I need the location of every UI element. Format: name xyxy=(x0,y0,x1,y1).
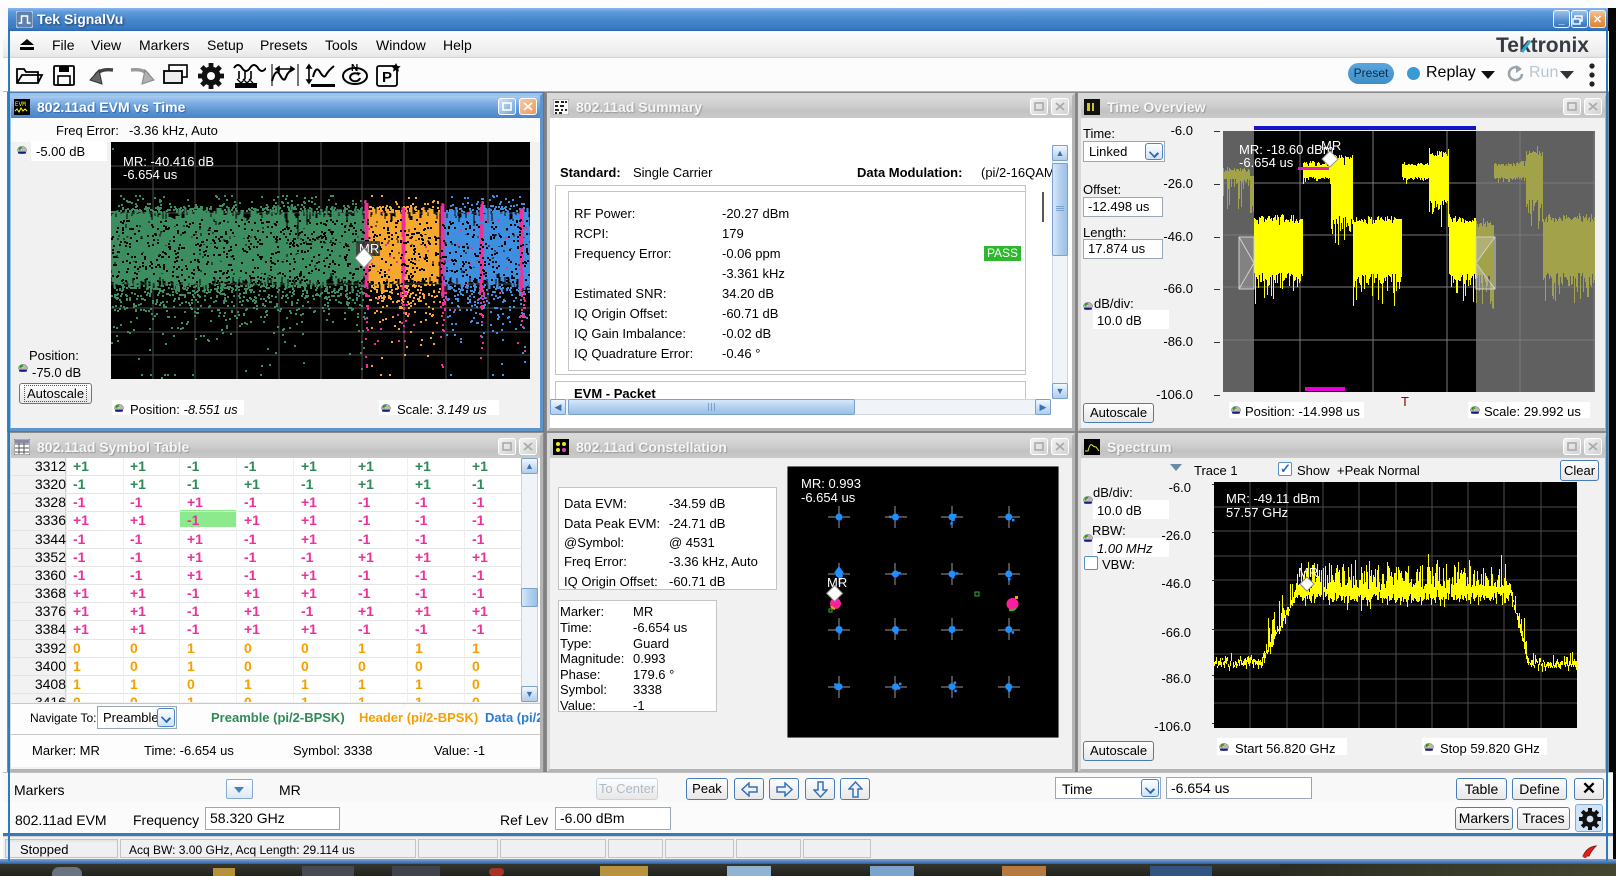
svg-text:-6.654 us: -6.654 us xyxy=(801,490,856,505)
svg-text:MR: MR xyxy=(1321,138,1341,153)
svg-text:57.57 GHz: 57.57 GHz xyxy=(1226,505,1288,520)
svg-text:-6.654 us: -6.654 us xyxy=(123,167,178,182)
svg-text:P: P xyxy=(382,69,392,86)
svg-text:MR: 0.993: MR: 0.993 xyxy=(801,476,861,491)
svg-text:MR: -49.11 dBm: MR: -49.11 dBm xyxy=(1226,491,1320,506)
svg-text:-6.654 us: -6.654 us xyxy=(1239,155,1294,170)
svg-text:EVM: EVM xyxy=(15,101,26,108)
